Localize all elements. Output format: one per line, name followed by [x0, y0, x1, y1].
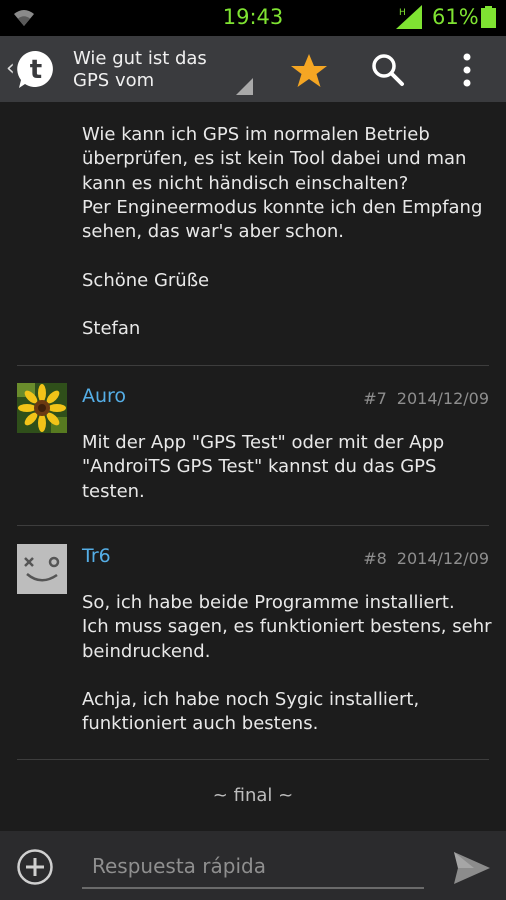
post-body: Mit der App "GPS Test" oder mit der App …	[82, 432, 445, 502]
svg-text:H: H	[399, 8, 406, 18]
post-body: Wie kann ich GPS im normalen Betrieb übe…	[82, 124, 483, 340]
post-date: 2014/12/09	[396, 549, 489, 568]
reply-bar	[0, 831, 506, 900]
app-logo-icon[interactable]: t	[16, 49, 56, 89]
action-bar: ‹ t Wie gut ist das GPS vom	[0, 36, 506, 102]
post-meta: #8 2014/12/09	[363, 549, 489, 568]
overflow-menu-icon[interactable]	[455, 52, 479, 88]
post-number: #8	[363, 549, 387, 568]
dropdown-indicator-icon[interactable]	[236, 78, 253, 95]
post-meta: #7 2014/12/09	[363, 389, 489, 408]
search-icon[interactable]	[370, 52, 406, 88]
status-bar: 19:43 H 61%	[0, 0, 506, 36]
post-number: #7	[363, 389, 387, 408]
avatar[interactable]	[17, 383, 67, 433]
back-chevron-icon[interactable]: ‹	[6, 56, 15, 81]
svg-text:t: t	[30, 55, 42, 85]
post-divider	[17, 759, 489, 760]
battery-icon	[481, 6, 496, 28]
post-divider	[17, 525, 489, 526]
author-name[interactable]: Tr6	[82, 545, 111, 567]
battery-percent: 61%	[432, 5, 479, 29]
star-icon[interactable]	[290, 52, 328, 90]
thread-title[interactable]: Wie gut ist das GPS vom	[73, 48, 243, 92]
smiley-avatar-icon	[17, 544, 67, 594]
sunflower-avatar-icon	[17, 383, 67, 433]
author-name[interactable]: Auro	[82, 385, 126, 407]
send-icon[interactable]	[452, 850, 492, 886]
avatar[interactable]	[17, 544, 67, 594]
signal-icon: H	[396, 5, 422, 29]
quick-reply-input[interactable]	[82, 845, 424, 889]
status-time: 19:43	[222, 5, 284, 29]
post-date: 2014/12/09	[396, 389, 489, 408]
post-body: So, ich habe beide Programme installiert…	[82, 592, 492, 735]
add-attachment-icon[interactable]	[16, 848, 54, 886]
thread-end-marker: ~ final ~	[212, 785, 294, 806]
post-divider	[17, 365, 489, 366]
